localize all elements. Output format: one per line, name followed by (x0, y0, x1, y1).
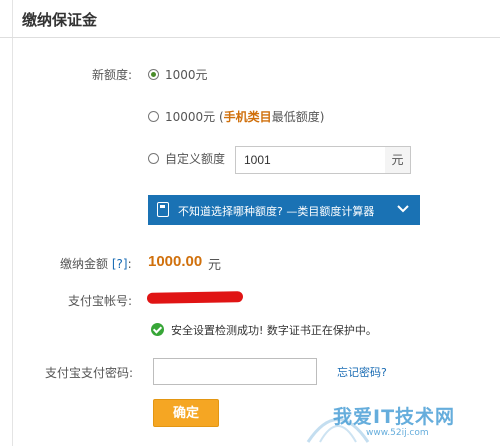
help-link[interactable]: [?] (112, 257, 128, 271)
redacted-account (146, 291, 244, 304)
new-quota-label: 新额度: (92, 68, 133, 82)
quota-calculator-bar[interactable]: 不知道选择哪种额度? —类目额度计算器 (148, 195, 420, 225)
pay-amount-value: 1000.00 (148, 253, 203, 270)
left-border (12, 0, 13, 446)
custom-unit: 元 (385, 146, 411, 174)
forgot-password-link[interactable]: 忘记密码? (337, 364, 387, 380)
confirm-button[interactable]: 确定 (153, 399, 219, 427)
option-1000-label[interactable]: 1000元 (165, 66, 208, 83)
page-title: 缴纳保证金 (22, 11, 98, 29)
alipay-password-label: 支付宝支付密码: (45, 366, 134, 380)
option-custom-label[interactable]: 自定义额度 (165, 150, 225, 167)
pay-amount-unit: 元 (208, 258, 222, 273)
radio-10000[interactable] (148, 111, 159, 122)
security-message: 安全设置检测成功! 数字证书正在保护中。 (171, 324, 377, 337)
category-highlight: 手机类目 (223, 110, 272, 124)
watermark-url: www.52ij.com (366, 428, 429, 438)
check-circle-icon (151, 323, 164, 336)
radio-1000[interactable] (148, 69, 159, 80)
calculator-icon (157, 202, 169, 217)
watermark-text: 我爱IT技术网 (333, 406, 456, 428)
pay-amount-label: 缴纳金额 [?]: (60, 257, 132, 271)
chevron-down-icon (397, 205, 409, 213)
calculator-text: 不知道选择哪种额度? —类目额度计算器 (178, 205, 375, 218)
alipay-password-input[interactable] (153, 358, 317, 385)
page-header: 缴纳保证金 (0, 0, 500, 38)
deposit-page: 缴纳保证金 新额度: 1000元 10000元 (手机类目最低额度) 自定义额度… (0, 0, 500, 446)
radio-custom[interactable] (148, 153, 159, 164)
custom-amount-input[interactable] (235, 146, 386, 174)
option-10000-label[interactable]: 10000元 (手机类目最低额度) (165, 108, 324, 125)
alipay-account-label: 支付宝帐号: (68, 294, 133, 308)
